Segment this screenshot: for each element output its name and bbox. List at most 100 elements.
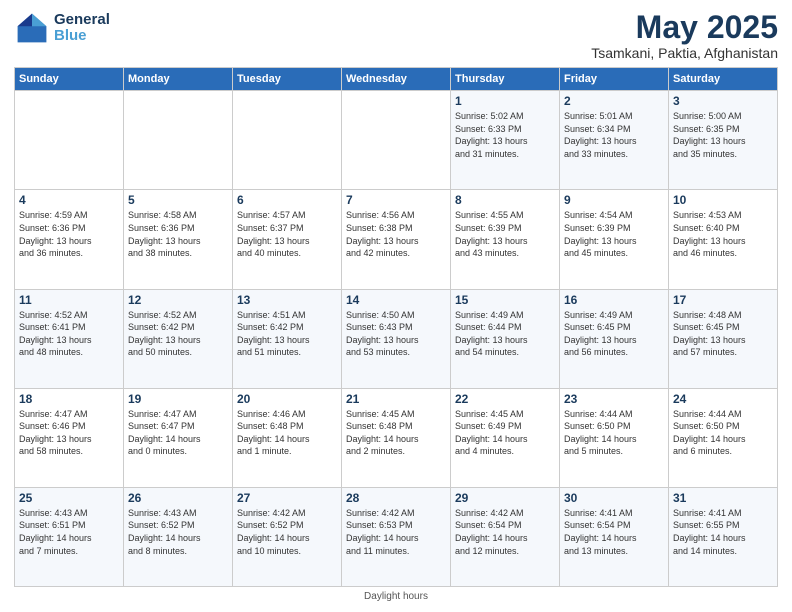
day-cell: 31 Sunrise: 4:41 AM Sunset: 6:55 PM Dayli… <box>669 487 778 586</box>
day-cell: 20Sunrise: 4:46 AM Sunset: 6:48 PM Dayli… <box>233 388 342 487</box>
day-number: 8 <box>455 193 555 207</box>
day-info: Sunrise: 4:53 AM Sunset: 6:40 PM Dayligh… <box>673 209 773 259</box>
calendar-table: SundayMondayTuesdayWednesdayThursdayFrid… <box>14 67 778 587</box>
day-cell <box>15 91 124 190</box>
day-number: 28 <box>346 491 446 505</box>
day-number: 4 <box>19 193 119 207</box>
day-cell <box>233 91 342 190</box>
day-number: 19 <box>128 392 228 406</box>
footer-note: Daylight hours <box>14 591 778 602</box>
day-number: 1 <box>455 94 555 108</box>
day-number: 21 <box>346 392 446 406</box>
day-number: 16 <box>564 293 664 307</box>
day-info: Sunrise: 4:44 AM Sunset: 6:50 PM Dayligh… <box>564 408 664 458</box>
day-cell: 27Sunrise: 4:42 AM Sunset: 6:52 PM Dayli… <box>233 487 342 586</box>
day-number: 30 <box>564 491 664 505</box>
day-cell: 25Sunrise: 4:43 AM Sunset: 6:51 PM Dayli… <box>15 487 124 586</box>
logo-line1: General <box>54 12 110 29</box>
day-number: 9 <box>564 193 664 207</box>
day-cell: 9Sunrise: 4:54 AM Sunset: 6:39 PM Daylig… <box>560 190 669 289</box>
month-title: May 2025 <box>591 10 778 45</box>
day-number: 29 <box>455 491 555 505</box>
day-cell: 2Sunrise: 5:01 AM Sunset: 6:34 PM Daylig… <box>560 91 669 190</box>
day-info: Sunrise: 5:00 AM Sunset: 6:35 PM Dayligh… <box>673 110 773 160</box>
day-cell: 6Sunrise: 4:57 AM Sunset: 6:37 PM Daylig… <box>233 190 342 289</box>
logo-text: General Blue <box>54 12 110 45</box>
day-number: 23 <box>564 392 664 406</box>
day-cell: 14Sunrise: 4:50 AM Sunset: 6:43 PM Dayli… <box>342 289 451 388</box>
day-number: 31 <box>673 491 773 505</box>
day-info: Sunrise: 5:02 AM Sunset: 6:33 PM Dayligh… <box>455 110 555 160</box>
day-cell: 12 Sunrise: 4:52 AM Sunset: 6:42 PM Dayli… <box>124 289 233 388</box>
week-row-5: 25Sunrise: 4:43 AM Sunset: 6:51 PM Dayli… <box>15 487 778 586</box>
day-cell: 4 Sunrise: 4:59 AM Sunset: 6:36 PM Daylig… <box>15 190 124 289</box>
day-info: Sunrise: 4:49 AM Sunset: 6:44 PM Dayligh… <box>455 309 555 359</box>
logo-line2: Blue <box>54 28 110 45</box>
header-day-saturday: Saturday <box>669 68 778 91</box>
day-info: Sunrise: 4:41 AM Sunset: 6:54 PM Dayligh… <box>564 507 664 557</box>
day-info: Sunrise: 4:44 AM Sunset: 6:50 PM Dayligh… <box>673 408 773 458</box>
calendar-body: 1 Sunrise: 5:02 AM Sunset: 6:33 PM Daylig… <box>15 91 778 587</box>
header-day-monday: Monday <box>124 68 233 91</box>
day-info: Sunrise: 4:47 AM Sunset: 6:46 PM Dayligh… <box>19 408 119 458</box>
day-info: Sunrise: 4:49 AM Sunset: 6:45 PM Dayligh… <box>564 309 664 359</box>
day-number: 2 <box>564 94 664 108</box>
day-cell: 5 Sunrise: 4:58 AM Sunset: 6:36 PM Daylig… <box>124 190 233 289</box>
day-cell: 22 Sunrise: 4:45 AM Sunset: 6:49 PM Dayli… <box>451 388 560 487</box>
day-number: 13 <box>237 293 337 307</box>
day-number: 15 <box>455 293 555 307</box>
day-info: Sunrise: 4:55 AM Sunset: 6:39 PM Dayligh… <box>455 209 555 259</box>
day-info: Sunrise: 4:52 AM Sunset: 6:41 PM Dayligh… <box>19 309 119 359</box>
day-number: 12 <box>128 293 228 307</box>
day-number: 10 <box>673 193 773 207</box>
header: General Blue May 2025 Tsamkani, Paktia, … <box>14 10 778 61</box>
day-cell: 19Sunrise: 4:47 AM Sunset: 6:47 PM Dayli… <box>124 388 233 487</box>
day-info: Sunrise: 4:56 AM Sunset: 6:38 PM Dayligh… <box>346 209 446 259</box>
day-cell: 13 Sunrise: 4:51 AM Sunset: 6:42 PM Dayli… <box>233 289 342 388</box>
location-title: Tsamkani, Paktia, Afghanistan <box>591 45 778 61</box>
header-row: SundayMondayTuesdayWednesdayThursdayFrid… <box>15 68 778 91</box>
week-row-2: 4 Sunrise: 4:59 AM Sunset: 6:36 PM Daylig… <box>15 190 778 289</box>
day-number: 25 <box>19 491 119 505</box>
day-number: 17 <box>673 293 773 307</box>
day-info: Sunrise: 4:51 AM Sunset: 6:42 PM Dayligh… <box>237 309 337 359</box>
day-number: 6 <box>237 193 337 207</box>
day-info: Sunrise: 4:48 AM Sunset: 6:45 PM Dayligh… <box>673 309 773 359</box>
day-number: 18 <box>19 392 119 406</box>
day-cell <box>124 91 233 190</box>
day-cell: 16 Sunrise: 4:49 AM Sunset: 6:45 PM Dayli… <box>560 289 669 388</box>
day-cell: 26Sunrise: 4:43 AM Sunset: 6:52 PM Dayli… <box>124 487 233 586</box>
week-row-4: 18 Sunrise: 4:47 AM Sunset: 6:46 PM Dayli… <box>15 388 778 487</box>
page: General Blue May 2025 Tsamkani, Paktia, … <box>0 0 792 612</box>
day-cell: 24 Sunrise: 4:44 AM Sunset: 6:50 PM Dayli… <box>669 388 778 487</box>
day-cell: 8 Sunrise: 4:55 AM Sunset: 6:39 PM Daylig… <box>451 190 560 289</box>
day-info: Sunrise: 4:59 AM Sunset: 6:36 PM Dayligh… <box>19 209 119 259</box>
day-cell: 18 Sunrise: 4:47 AM Sunset: 6:46 PM Dayli… <box>15 388 124 487</box>
day-info: Sunrise: 4:58 AM Sunset: 6:36 PM Dayligh… <box>128 209 228 259</box>
day-cell: 7 Sunrise: 4:56 AM Sunset: 6:38 PM Daylig… <box>342 190 451 289</box>
header-day-thursday: Thursday <box>451 68 560 91</box>
header-day-friday: Friday <box>560 68 669 91</box>
day-info: Sunrise: 4:41 AM Sunset: 6:55 PM Dayligh… <box>673 507 773 557</box>
header-day-wednesday: Wednesday <box>342 68 451 91</box>
day-number: 7 <box>346 193 446 207</box>
day-number: 22 <box>455 392 555 406</box>
day-cell: 11 Sunrise: 4:52 AM Sunset: 6:41 PM Dayli… <box>15 289 124 388</box>
day-number: 3 <box>673 94 773 108</box>
day-number: 11 <box>19 293 119 307</box>
logo: General Blue <box>14 10 110 46</box>
day-info: Sunrise: 4:45 AM Sunset: 6:49 PM Dayligh… <box>455 408 555 458</box>
day-number: 24 <box>673 392 773 406</box>
day-cell: 3 Sunrise: 5:00 AM Sunset: 6:35 PM Daylig… <box>669 91 778 190</box>
day-number: 20 <box>237 392 337 406</box>
day-info: Sunrise: 4:45 AM Sunset: 6:48 PM Dayligh… <box>346 408 446 458</box>
day-info: Sunrise: 4:50 AM Sunset: 6:43 PM Dayligh… <box>346 309 446 359</box>
day-cell: 29Sunrise: 4:42 AM Sunset: 6:54 PM Dayli… <box>451 487 560 586</box>
day-info: Sunrise: 4:52 AM Sunset: 6:42 PM Dayligh… <box>128 309 228 359</box>
logo-icon <box>14 10 50 46</box>
day-cell: 21 Sunrise: 4:45 AM Sunset: 6:48 PM Dayli… <box>342 388 451 487</box>
week-row-1: 1 Sunrise: 5:02 AM Sunset: 6:33 PM Daylig… <box>15 91 778 190</box>
day-cell: 10 Sunrise: 4:53 AM Sunset: 6:40 PM Dayli… <box>669 190 778 289</box>
day-cell: 1 Sunrise: 5:02 AM Sunset: 6:33 PM Daylig… <box>451 91 560 190</box>
day-number: 5 <box>128 193 228 207</box>
